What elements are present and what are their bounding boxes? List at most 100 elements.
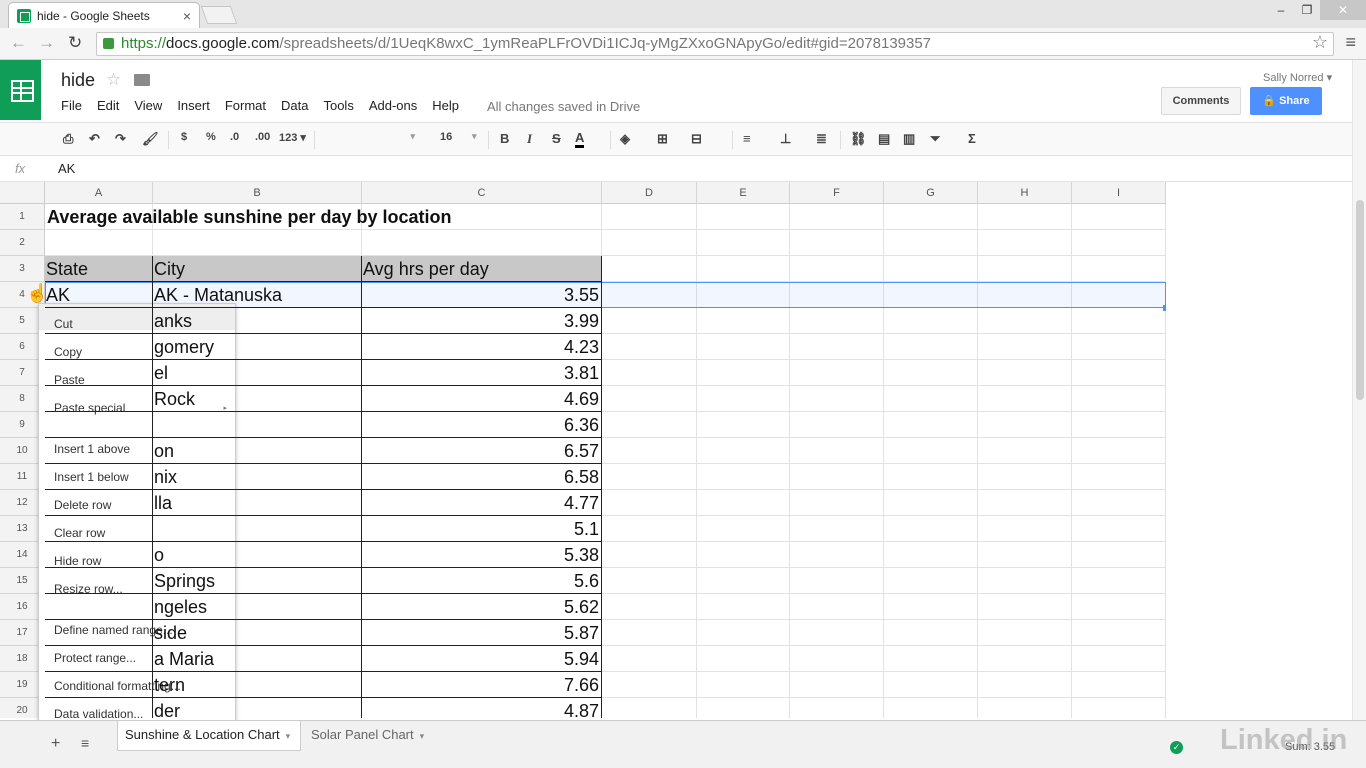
cell[interactable]	[1072, 620, 1166, 646]
cell[interactable]	[790, 308, 884, 334]
cell[interactable]	[362, 230, 602, 256]
cell[interactable]	[884, 282, 978, 308]
cell[interactable]	[884, 230, 978, 256]
column-header-i[interactable]: I	[1072, 182, 1166, 204]
cell-text[interactable]: State	[45, 256, 153, 282]
cell-text[interactable]: 5.38	[362, 542, 602, 568]
cell[interactable]	[978, 542, 1072, 568]
cell[interactable]	[884, 594, 978, 620]
cell[interactable]	[978, 594, 1072, 620]
italic-button[interactable]: I	[527, 131, 532, 147]
cell[interactable]	[697, 438, 790, 464]
cell[interactable]	[697, 516, 790, 542]
font-size-dropdown[interactable]: 16	[440, 131, 452, 143]
share-button[interactable]: 🔒 Share	[1250, 87, 1322, 115]
menu-view[interactable]: View	[134, 98, 162, 113]
insert-comment-icon[interactable]: ▤	[878, 131, 890, 147]
cell-text[interactable]: AK - Matanuska	[153, 282, 362, 308]
cell[interactable]	[602, 490, 697, 516]
fill-color-icon[interactable]: ◈	[620, 131, 630, 147]
cell[interactable]	[45, 230, 153, 256]
sheet-title-cell[interactable]: Average available sunshine per day by lo…	[47, 204, 451, 230]
cell-text[interactable]	[45, 698, 153, 718]
cell-text[interactable]	[45, 594, 153, 620]
cell[interactable]	[602, 334, 697, 360]
menu-insert[interactable]: Insert	[177, 98, 210, 113]
cell[interactable]	[1072, 308, 1166, 334]
cell[interactable]	[884, 204, 978, 230]
cell[interactable]	[602, 698, 697, 718]
cell[interactable]	[1072, 412, 1166, 438]
cell[interactable]	[978, 698, 1072, 718]
cell[interactable]	[884, 542, 978, 568]
comments-button[interactable]: Comments	[1161, 87, 1241, 115]
cell[interactable]	[790, 412, 884, 438]
cell-text[interactable]: 3.99	[362, 308, 602, 334]
cell[interactable]	[602, 360, 697, 386]
cell[interactable]	[884, 490, 978, 516]
cell[interactable]	[978, 360, 1072, 386]
back-icon[interactable]: ←	[10, 33, 27, 53]
cell[interactable]	[978, 230, 1072, 256]
cell[interactable]	[790, 620, 884, 646]
cell[interactable]	[790, 360, 884, 386]
chevron-down-icon[interactable]: ▾	[472, 131, 477, 142]
menu-format[interactable]: Format	[225, 98, 266, 113]
cell[interactable]	[697, 620, 790, 646]
cell[interactable]	[697, 464, 790, 490]
increase-decimal-button[interactable]: .00	[255, 131, 270, 143]
reload-icon[interactable]: ↻	[68, 33, 82, 53]
cell-text[interactable]: Rock	[153, 386, 362, 412]
cell-text[interactable]	[45, 334, 153, 360]
scrollbar-thumb[interactable]	[1356, 200, 1364, 400]
text-wrap-icon[interactable]: ≣	[816, 131, 827, 147]
tab-close-icon[interactable]: ×	[183, 8, 191, 24]
cell[interactable]	[884, 568, 978, 594]
cell[interactable]	[790, 438, 884, 464]
all-sheets-icon[interactable]: ≡	[81, 735, 89, 751]
user-account[interactable]: Sally Norred ▾	[1263, 71, 1332, 84]
cell-text[interactable]	[45, 308, 153, 334]
cell[interactable]	[1072, 542, 1166, 568]
cell-text[interactable]: 4.23	[362, 334, 602, 360]
insert-chart-icon[interactable]: ▥	[903, 131, 915, 147]
cell[interactable]	[884, 308, 978, 334]
column-header-a[interactable]: A	[45, 182, 153, 204]
cell[interactable]	[1072, 204, 1166, 230]
formula-input[interactable]: AK	[58, 161, 75, 176]
cell-text[interactable]: 4.69	[362, 386, 602, 412]
cell-text[interactable]: AK	[45, 282, 153, 308]
cell-text[interactable]: gomery	[153, 334, 362, 360]
chevron-down-icon[interactable]: ▾	[286, 731, 291, 741]
cell[interactable]	[884, 334, 978, 360]
new-tab-button[interactable]	[200, 6, 238, 24]
cell[interactable]	[1072, 256, 1166, 282]
cell[interactable]	[1072, 438, 1166, 464]
cell-text[interactable]: side	[153, 620, 362, 646]
cell[interactable]	[697, 646, 790, 672]
cell[interactable]	[790, 516, 884, 542]
doc-title[interactable]: hide	[61, 70, 95, 91]
cell[interactable]	[790, 542, 884, 568]
cell-text[interactable]: a Maria	[153, 646, 362, 672]
cell[interactable]	[790, 672, 884, 698]
menu-data[interactable]: Data	[281, 98, 308, 113]
cell[interactable]	[790, 256, 884, 282]
cell[interactable]	[697, 256, 790, 282]
align-left-icon[interactable]: ≡	[743, 131, 751, 146]
cell[interactable]	[1072, 516, 1166, 542]
cell[interactable]	[884, 412, 978, 438]
cell[interactable]	[697, 542, 790, 568]
cell[interactable]	[1072, 386, 1166, 412]
column-header-d[interactable]: D	[602, 182, 697, 204]
paint-format-icon[interactable]: 🖌	[142, 131, 159, 147]
strikethrough-button[interactable]: S	[552, 131, 561, 146]
merge-cells-icon[interactable]: ⊟	[691, 131, 702, 147]
window-close-icon[interactable]: ✕	[1320, 0, 1366, 20]
cell[interactable]	[978, 438, 1072, 464]
cell[interactable]	[697, 360, 790, 386]
cell[interactable]	[602, 256, 697, 282]
cell-text[interactable]	[45, 464, 153, 490]
cell[interactable]	[602, 412, 697, 438]
cell[interactable]	[697, 204, 790, 230]
